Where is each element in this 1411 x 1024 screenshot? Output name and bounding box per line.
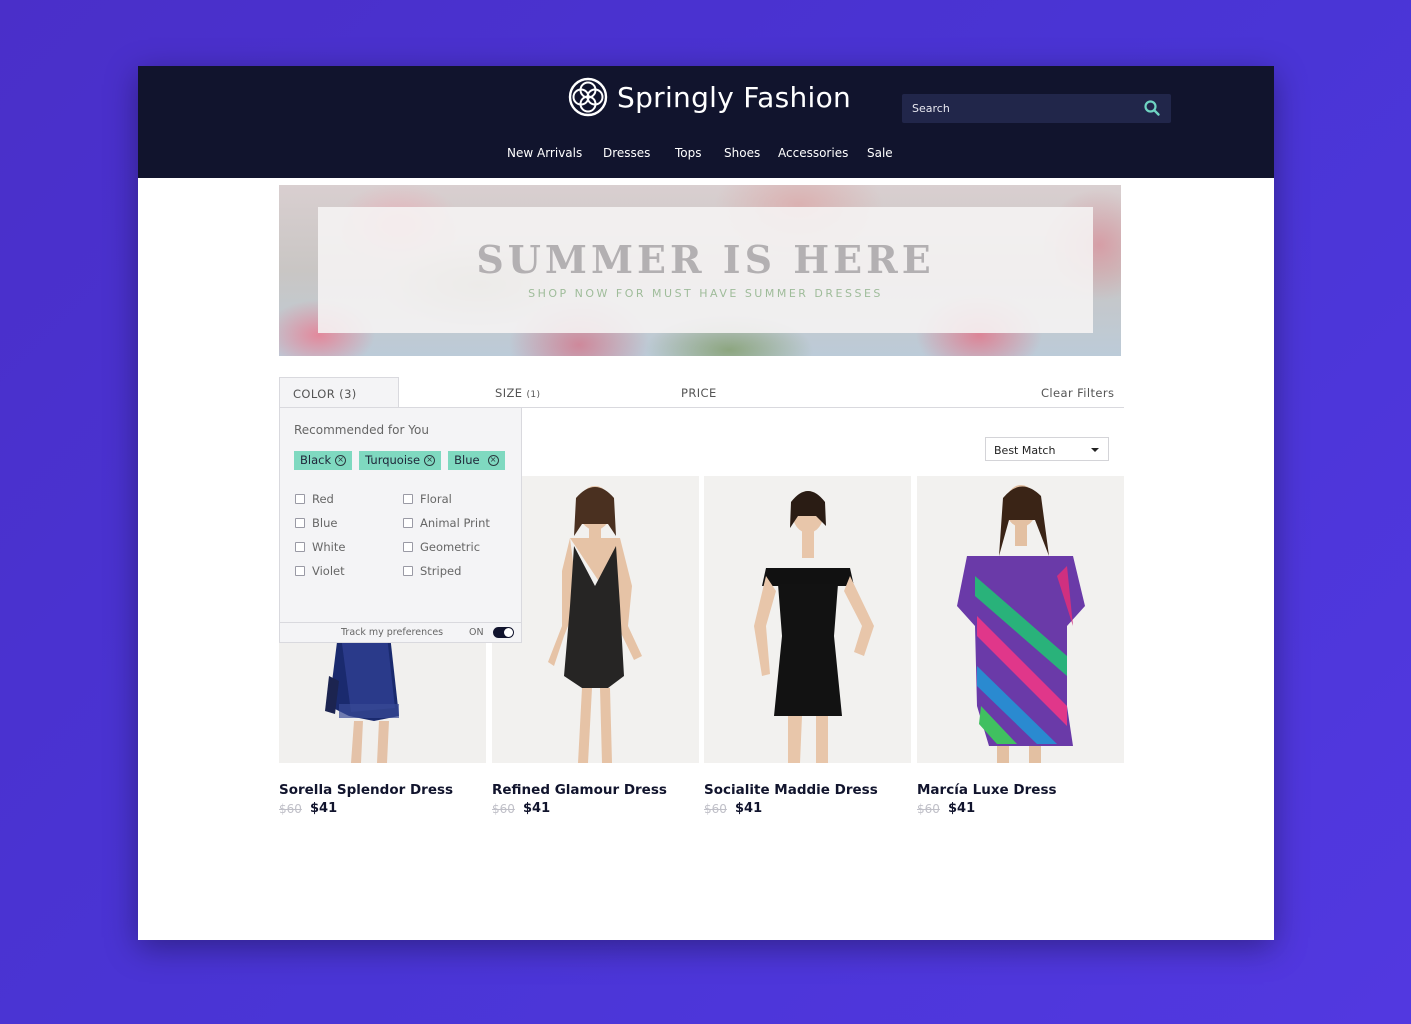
product-old-price: $60 xyxy=(917,802,940,816)
chip-black[interactable]: Black × xyxy=(294,451,353,470)
brand-logo[interactable]: Springly Fashion xyxy=(568,76,851,118)
tab-color-label: COLOR (3) xyxy=(293,387,357,401)
option-violet[interactable]: Violet xyxy=(295,564,345,578)
product-card[interactable]: Refined Glamour Dress $60 $41 xyxy=(492,476,699,816)
track-preferences-label: Track my preferences xyxy=(341,627,444,638)
track-state-label: ON xyxy=(469,627,484,638)
dress-photo xyxy=(492,476,699,763)
checkbox[interactable] xyxy=(403,518,413,528)
nav-accessories[interactable]: Accessories xyxy=(778,146,848,160)
clear-filters-link[interactable]: Clear Filters xyxy=(1041,386,1114,400)
product-price: $41 xyxy=(948,801,976,816)
option-geometric[interactable]: Geometric xyxy=(403,540,480,554)
sort-select[interactable]: Best Match xyxy=(985,437,1109,461)
checkbox[interactable] xyxy=(295,542,305,552)
remove-icon[interactable]: × xyxy=(335,455,347,466)
product-card[interactable]: Socialite Maddie Dress $60 $41 xyxy=(704,476,911,816)
main-nav: New Arrivals Dresses Tops Shoes Accessor… xyxy=(138,146,1274,166)
checkbox[interactable] xyxy=(295,494,305,504)
nav-sale[interactable]: Sale xyxy=(867,146,893,160)
promo-banner[interactable]: SUMMER IS HERE SHOP NOW FOR MUST HAVE SU… xyxy=(279,185,1121,356)
option-label: Red xyxy=(312,492,334,506)
checkbox[interactable] xyxy=(295,566,305,576)
search-icon[interactable] xyxy=(1143,99,1161,117)
product-name[interactable]: Marcía Luxe Dress xyxy=(917,782,1057,798)
caret-down-icon xyxy=(1091,448,1099,452)
option-label: Blue xyxy=(312,516,338,530)
product-price: $41 xyxy=(735,801,763,816)
dress-photo xyxy=(917,476,1124,763)
search-placeholder: Search xyxy=(912,102,950,115)
checkbox[interactable] xyxy=(403,542,413,552)
product-image[interactable] xyxy=(704,476,911,763)
tab-size-label: SIZE xyxy=(495,386,523,400)
brand-name: Springly Fashion xyxy=(617,80,852,114)
option-floral[interactable]: Floral xyxy=(403,492,452,506)
nav-dresses[interactable]: Dresses xyxy=(603,146,650,160)
option-label: Violet xyxy=(312,564,345,578)
option-striped[interactable]: Striped xyxy=(403,564,461,578)
product-old-price: $60 xyxy=(492,802,515,816)
product-name[interactable]: Refined Glamour Dress xyxy=(492,782,667,798)
tab-size[interactable]: SIZE (1) xyxy=(495,386,540,400)
remove-icon[interactable]: × xyxy=(487,455,499,466)
dress-photo xyxy=(704,476,911,763)
checkbox[interactable] xyxy=(403,566,413,576)
option-label: White xyxy=(312,540,346,554)
nav-shoes[interactable]: Shoes xyxy=(724,146,760,160)
option-animal-print[interactable]: Animal Print xyxy=(403,516,490,530)
option-label: Floral xyxy=(420,492,452,506)
banner-text-box: SUMMER IS HERE SHOP NOW FOR MUST HAVE SU… xyxy=(318,207,1093,333)
banner-title: SUMMER IS HERE xyxy=(476,237,935,282)
product-image[interactable] xyxy=(917,476,1124,763)
chip-label: Turquoise xyxy=(365,453,421,467)
option-label: Animal Print xyxy=(420,516,490,530)
chip-label: Black xyxy=(300,453,332,467)
tab-size-count: (1) xyxy=(526,390,541,400)
browser-window: Springly Fashion Search New Arrivals Dre… xyxy=(138,66,1274,940)
sort-selected-label: Best Match xyxy=(994,444,1056,457)
color-filter-dropdown: Recommended for You Black × Turquoise × Bl… xyxy=(279,407,522,643)
option-label: Striped xyxy=(420,564,462,578)
option-blue[interactable]: Blue xyxy=(295,516,337,530)
tab-color[interactable]: COLOR (3) xyxy=(279,377,399,407)
track-preferences-toggle[interactable] xyxy=(493,627,514,638)
product-price: $41 xyxy=(523,801,551,816)
search-input[interactable]: Search xyxy=(902,94,1171,123)
option-white[interactable]: White xyxy=(295,540,345,554)
product-old-price: $60 xyxy=(704,802,727,816)
chip-turquoise[interactable]: Turquoise × xyxy=(359,451,442,470)
remove-icon[interactable]: × xyxy=(424,455,436,466)
product-image[interactable] xyxy=(492,476,699,763)
selected-color-chips: Black × Turquoise × Blue × xyxy=(294,451,512,470)
checkbox[interactable] xyxy=(403,494,413,504)
product-card[interactable]: Marcía Luxe Dress $60 $41 xyxy=(917,476,1124,816)
flower-logo-icon xyxy=(568,77,608,117)
filter-bar: COLOR (3) SIZE (1) PRICE Clear Filters xyxy=(279,377,1124,408)
option-label: Geometric xyxy=(420,540,481,554)
site-header: Springly Fashion Search New Arrivals Dre… xyxy=(138,66,1274,178)
chip-label: Blue xyxy=(454,453,480,467)
chip-blue[interactable]: Blue × xyxy=(448,451,505,470)
nav-tops[interactable]: Tops xyxy=(675,146,702,160)
product-old-price: $60 xyxy=(279,802,302,816)
product-price: $41 xyxy=(310,801,338,816)
checkbox[interactable] xyxy=(295,518,305,528)
product-name[interactable]: Socialite Maddie Dress xyxy=(704,782,878,798)
track-preferences-row: Track my preferences ON xyxy=(280,622,521,642)
option-red[interactable]: Red xyxy=(295,492,334,506)
banner-subtitle: SHOP NOW FOR MUST HAVE SUMMER DRESSES xyxy=(528,287,883,300)
recommended-title: Recommended for You xyxy=(294,423,429,437)
toggle-knob xyxy=(504,628,513,637)
product-name[interactable]: Sorella Splendor Dress xyxy=(279,782,453,798)
tab-price[interactable]: PRICE xyxy=(681,386,717,400)
nav-new-arrivals[interactable]: New Arrivals xyxy=(507,146,582,160)
